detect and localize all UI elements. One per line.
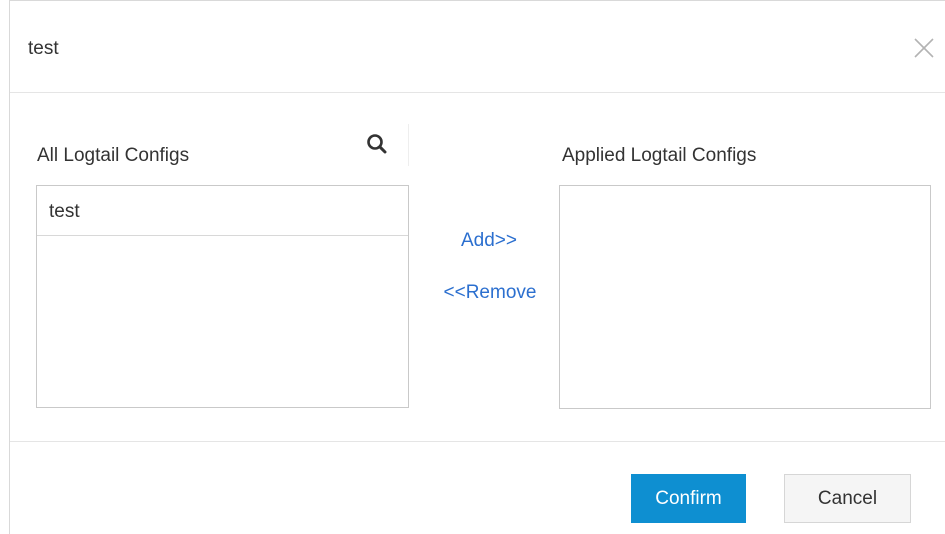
- dialog-title: test: [28, 38, 59, 59]
- applied-configs-label: Applied Logtail Configs: [562, 145, 757, 166]
- dialog-header: test: [10, 1, 945, 93]
- footer-divider: [10, 441, 945, 442]
- search-divider: [408, 124, 409, 166]
- transfer-dialog: test All Logtail Configs test Add>> <<Re…: [9, 0, 945, 534]
- confirm-button[interactable]: Confirm: [631, 474, 746, 523]
- close-icon[interactable]: [912, 36, 936, 60]
- cancel-button[interactable]: Cancel: [784, 474, 911, 523]
- search-icon[interactable]: [365, 132, 389, 156]
- list-item[interactable]: test: [37, 186, 408, 236]
- all-configs-label: All Logtail Configs: [37, 145, 190, 166]
- list-item-label: test: [49, 201, 80, 222]
- all-configs-list[interactable]: test: [36, 185, 409, 408]
- applied-configs-list[interactable]: [559, 185, 931, 409]
- add-button[interactable]: Add>>: [444, 229, 534, 253]
- remove-button[interactable]: <<Remove: [422, 281, 558, 305]
